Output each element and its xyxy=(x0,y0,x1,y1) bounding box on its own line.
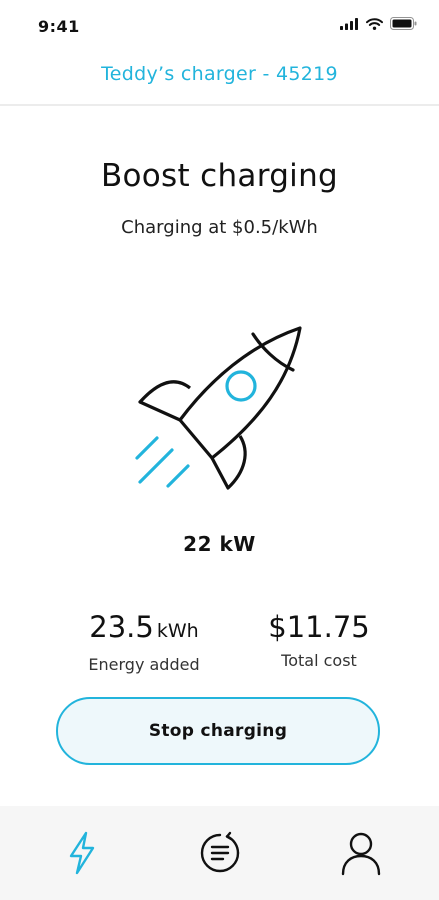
stop-charging-button[interactable]: Stop charging xyxy=(56,697,380,765)
lightning-bolt-icon xyxy=(69,831,95,875)
charging-rate: Charging at $0.5/kWh xyxy=(121,217,318,238)
energy-added-value-row: 23.5 kWh xyxy=(54,609,234,649)
energy-added-unit: kWh xyxy=(156,620,199,642)
tab-history[interactable] xyxy=(195,828,245,878)
tab-charging[interactable] xyxy=(57,828,107,878)
history-list-icon xyxy=(200,831,240,873)
status-time: 9:41 xyxy=(38,17,80,36)
rocket-icon xyxy=(135,326,302,490)
user-profile-icon xyxy=(341,832,381,876)
energy-added-label: Energy added xyxy=(88,655,200,674)
cellular-signal-icon xyxy=(340,17,358,30)
page-title: Boost charging xyxy=(100,158,339,194)
status-bar: 9:41 xyxy=(0,0,439,52)
header: Teddy’s charger - 45219 xyxy=(0,52,439,104)
energy-added-value: 23.5 xyxy=(89,610,154,644)
wifi-icon xyxy=(366,17,383,30)
tab-bar xyxy=(0,806,439,900)
charging-power: 22 kW xyxy=(183,532,256,556)
tab-profile[interactable] xyxy=(336,828,386,878)
status-icons xyxy=(340,17,417,30)
energy-added-stat: 23.5 kWh Energy added xyxy=(54,609,234,674)
total-cost-value: $11.75 xyxy=(268,610,370,644)
total-cost-label: Total cost xyxy=(281,651,357,670)
total-cost-stat: $11.75 Total cost xyxy=(229,609,409,670)
battery-icon xyxy=(390,17,417,30)
charger-title: Teddy’s charger - 45219 xyxy=(101,63,338,85)
header-divider xyxy=(0,104,439,106)
